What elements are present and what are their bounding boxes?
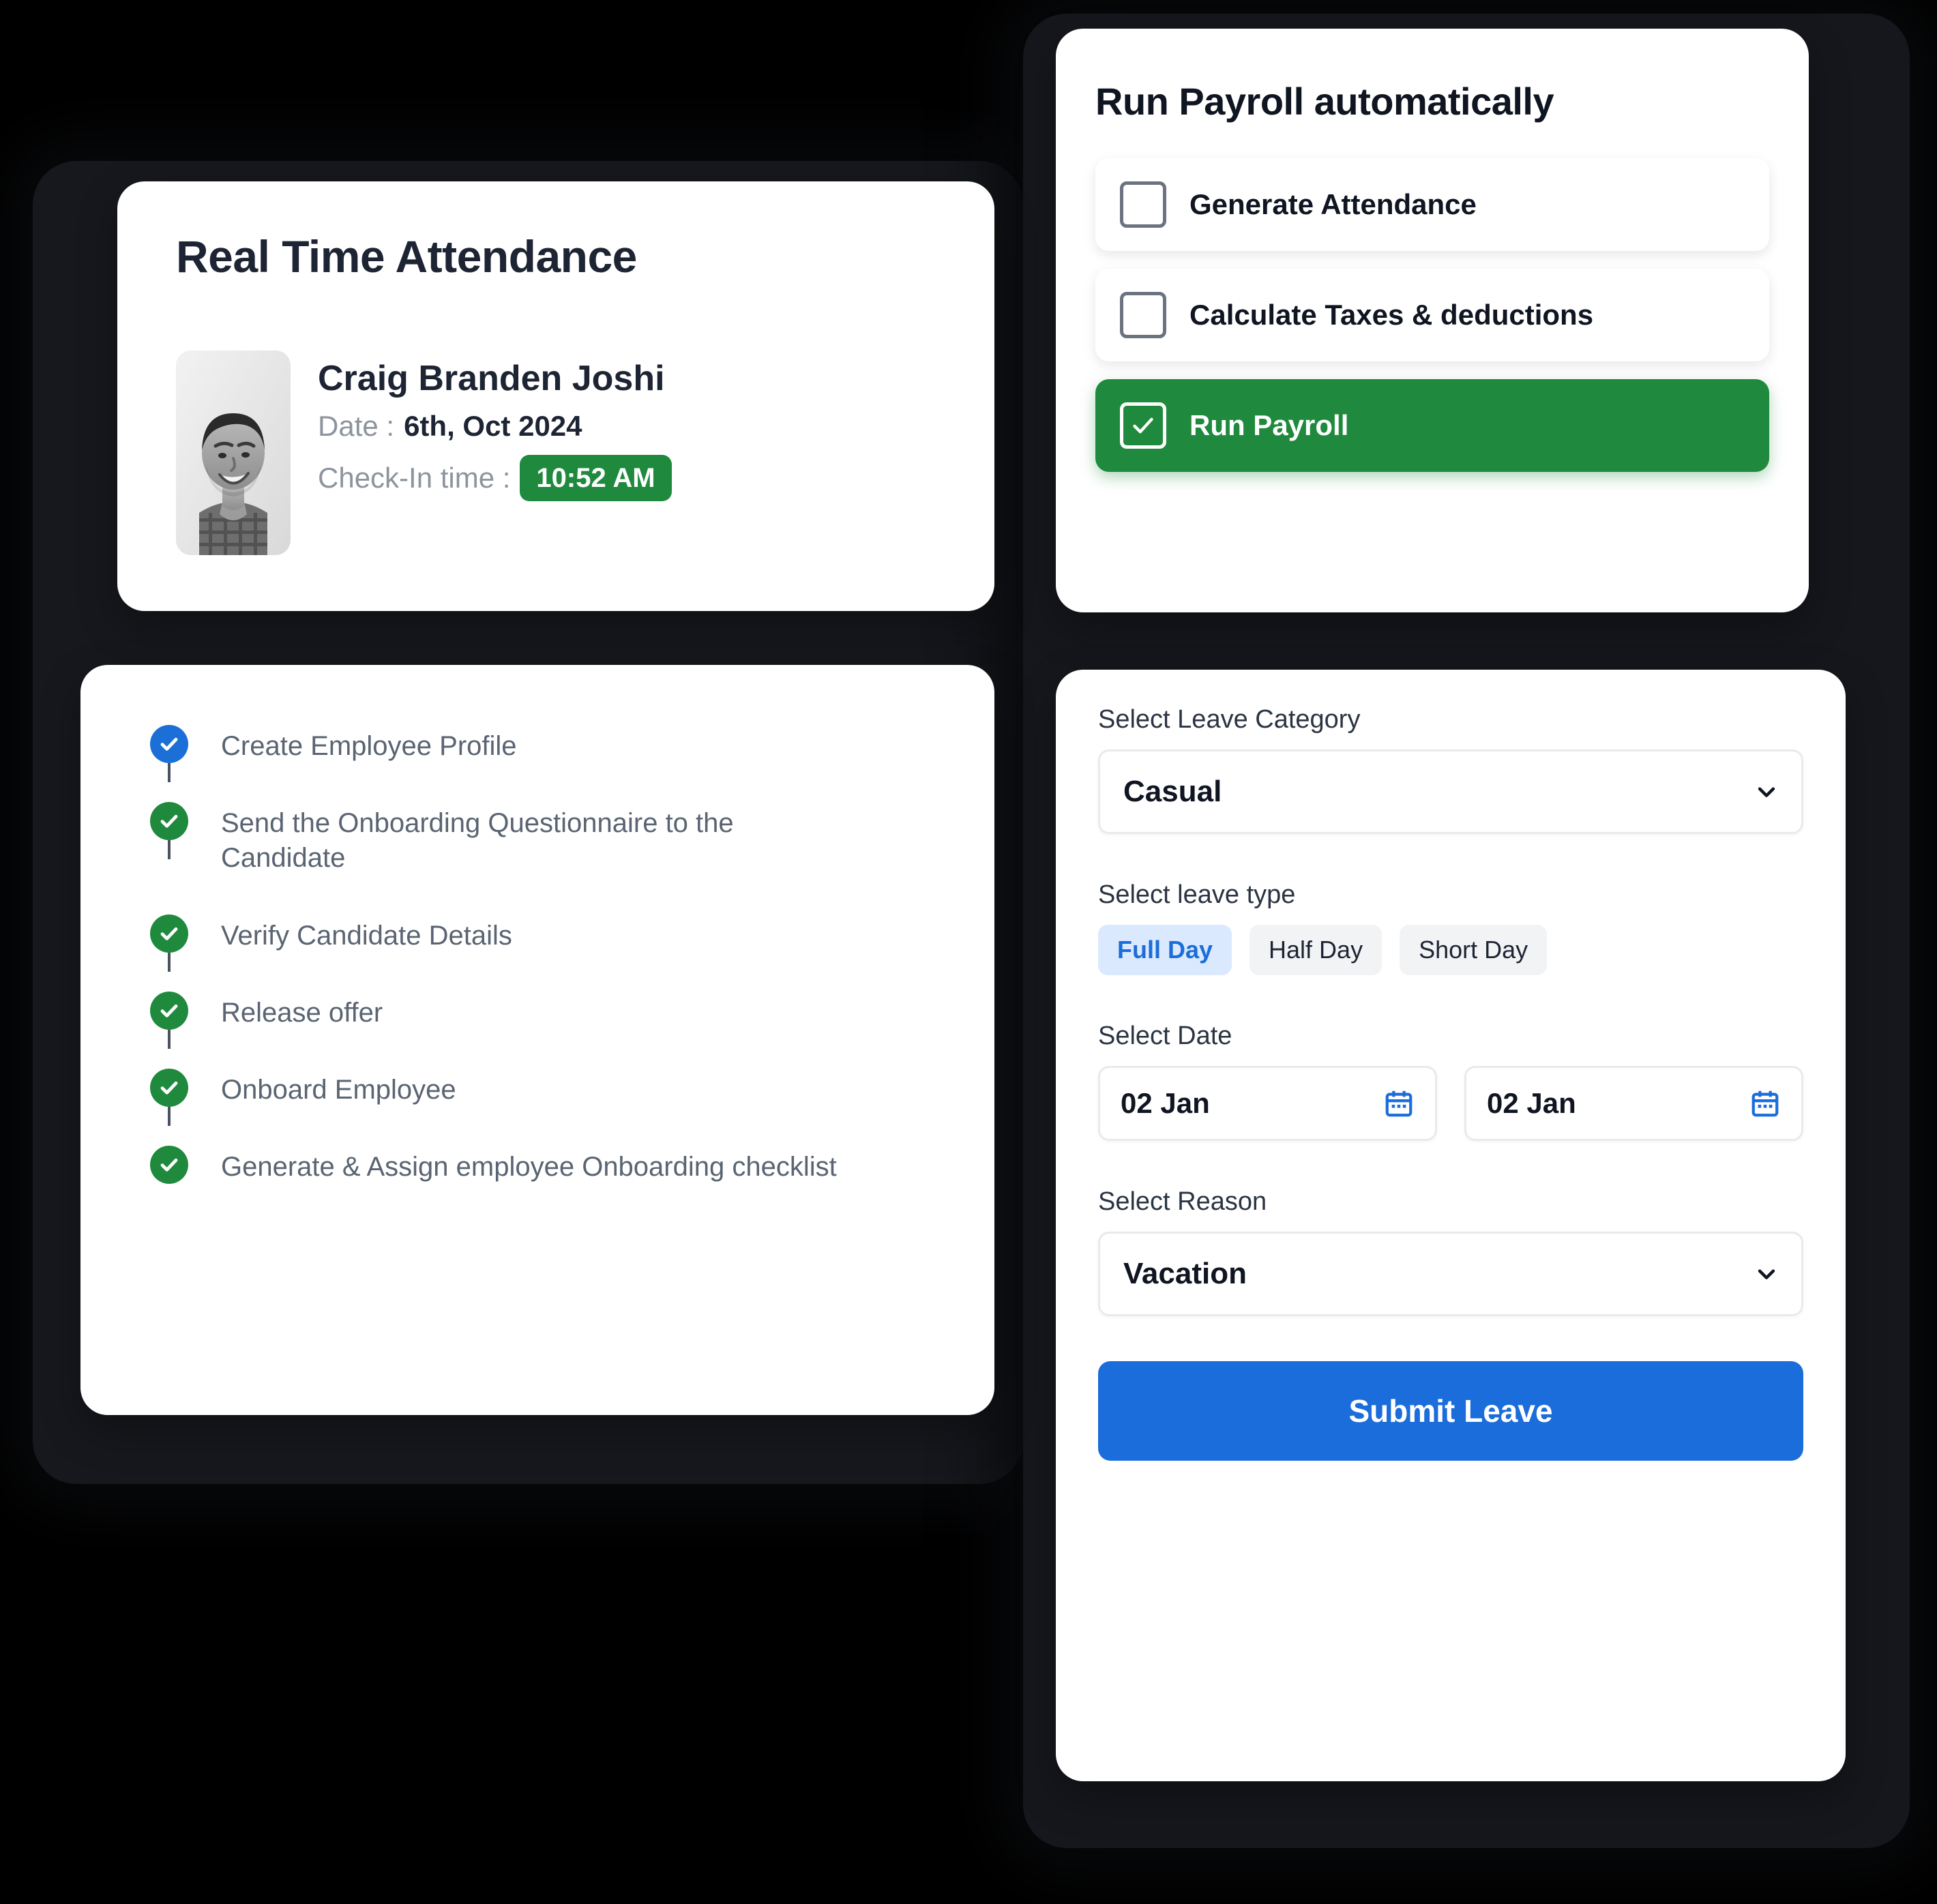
check-circle-icon xyxy=(150,802,188,841)
attendance-checkin-row: Check-In time : 10:52 AM xyxy=(318,454,672,501)
attendance-title: Real Time Attendance xyxy=(176,231,637,282)
check-circle-icon xyxy=(150,914,188,953)
step-connector xyxy=(168,763,171,782)
onboarding-checklist-card: Create Employee Profile Send the Onboardi… xyxy=(80,665,994,1415)
leave-category-select[interactable]: Casual xyxy=(1098,749,1803,834)
onboarding-steps: Create Employee Profile Send the Onboardi… xyxy=(147,725,947,1185)
step-marker xyxy=(147,914,191,972)
check-circle-icon xyxy=(150,991,188,1030)
check-circle-icon xyxy=(150,1146,188,1185)
onboarding-step-label: Onboard Employee xyxy=(221,1074,456,1105)
step-marker xyxy=(147,725,191,782)
submit-leave-button[interactable]: Submit Leave xyxy=(1098,1361,1803,1461)
payroll-task-list: Generate Attendance Calculate Taxes & ded… xyxy=(1095,158,1769,472)
payroll-task-item[interactable]: Run Payroll xyxy=(1095,379,1769,472)
calendar-icon xyxy=(1383,1088,1415,1119)
date-from-value: 02 Jan xyxy=(1121,1087,1210,1119)
step-marker xyxy=(147,991,191,1049)
date-range-row: 02 Jan 02 Jan xyxy=(1098,1066,1803,1141)
leave-category-label: Select Leave Category xyxy=(1098,705,1361,734)
payroll-task-item[interactable]: Calculate Taxes & deductions xyxy=(1095,269,1769,361)
chevron-down-icon xyxy=(1755,1262,1778,1285)
check-circle-icon xyxy=(150,1068,188,1107)
apply-leave-card: Select Leave Category Casual Select leav… xyxy=(1056,670,1846,1781)
select-reason-label: Select Reason xyxy=(1098,1187,1267,1216)
onboarding-step[interactable]: Create Employee Profile xyxy=(147,725,947,802)
checkin-label: Check-In time : xyxy=(318,461,511,494)
checkbox-checked-icon[interactable] xyxy=(1120,402,1166,449)
date-label: Date : xyxy=(318,409,395,442)
step-connector xyxy=(168,952,171,972)
attendance-body: Craig Branden Joshi Date : 6th, Oct 2024… xyxy=(176,351,672,555)
onboarding-step-label: Send the Onboarding Questionnaire to the… xyxy=(221,808,734,874)
avatar xyxy=(176,351,291,555)
calendar-icon xyxy=(1749,1088,1781,1119)
step-marker xyxy=(147,1068,191,1126)
checkbox-icon[interactable] xyxy=(1120,181,1166,228)
date-value: 6th, Oct 2024 xyxy=(404,409,582,442)
onboarding-step[interactable]: Generate & Assign employee Onboarding ch… xyxy=(147,1146,947,1185)
employee-name: Craig Branden Joshi xyxy=(318,359,665,398)
onboarding-step-label: Generate & Assign employee Onboarding ch… xyxy=(221,1152,837,1182)
payroll-title: Run Payroll automatically xyxy=(1095,80,1554,123)
checkbox-icon[interactable] xyxy=(1120,292,1166,338)
payroll-task-item[interactable]: Generate Attendance xyxy=(1095,158,1769,251)
date-to-picker[interactable]: 02 Jan xyxy=(1464,1066,1803,1141)
step-connector xyxy=(168,1029,171,1049)
leave-type-option[interactable]: Short Day xyxy=(1400,925,1548,975)
leave-type-option[interactable]: Half Day xyxy=(1250,925,1382,975)
leave-category-value: Casual xyxy=(1123,775,1222,808)
leave-type-options: Full Day Half Day Short Day xyxy=(1098,925,1803,975)
payroll-task-label: Generate Attendance xyxy=(1189,188,1477,220)
payroll-task-label: Calculate Taxes & deductions xyxy=(1189,299,1594,331)
chevron-down-icon xyxy=(1755,780,1778,803)
checkin-time-badge: 10:52 AM xyxy=(520,454,672,501)
attendance-date-row: Date : 6th, Oct 2024 xyxy=(318,410,672,443)
onboarding-step-label: Release offer xyxy=(221,997,383,1028)
leave-type-option[interactable]: Full Day xyxy=(1098,925,1232,975)
leave-reason-select[interactable]: Vacation xyxy=(1098,1232,1803,1316)
onboarding-step[interactable]: Release offer xyxy=(147,991,947,1069)
onboarding-step[interactable]: Verify Candidate Details xyxy=(147,914,947,992)
run-payroll-card: Run Payroll automatically Generate Atten… xyxy=(1056,29,1809,612)
date-to-value: 02 Jan xyxy=(1487,1087,1576,1119)
step-marker xyxy=(147,802,191,860)
onboarding-step-label: Create Employee Profile xyxy=(221,731,517,761)
onboarding-step[interactable]: Send the Onboarding Questionnaire to the… xyxy=(147,802,947,914)
onboarding-step-label: Verify Candidate Details xyxy=(221,920,512,951)
attendance-info: Craig Branden Joshi Date : 6th, Oct 2024… xyxy=(318,351,672,501)
date-from-picker[interactable]: 02 Jan xyxy=(1098,1066,1437,1141)
real-time-attendance-card: Real Time Attendance Craig Branden Joshi… xyxy=(117,181,994,611)
onboarding-step[interactable]: Onboard Employee xyxy=(147,1068,947,1146)
leave-reason-value: Vacation xyxy=(1123,1257,1247,1290)
step-connector xyxy=(168,1106,171,1126)
leave-type-label: Select leave type xyxy=(1098,880,1296,909)
step-marker xyxy=(147,1146,191,1185)
step-connector xyxy=(168,840,171,860)
check-circle-icon xyxy=(150,725,188,763)
payroll-task-label: Run Payroll xyxy=(1189,409,1349,441)
select-date-label: Select Date xyxy=(1098,1022,1232,1050)
